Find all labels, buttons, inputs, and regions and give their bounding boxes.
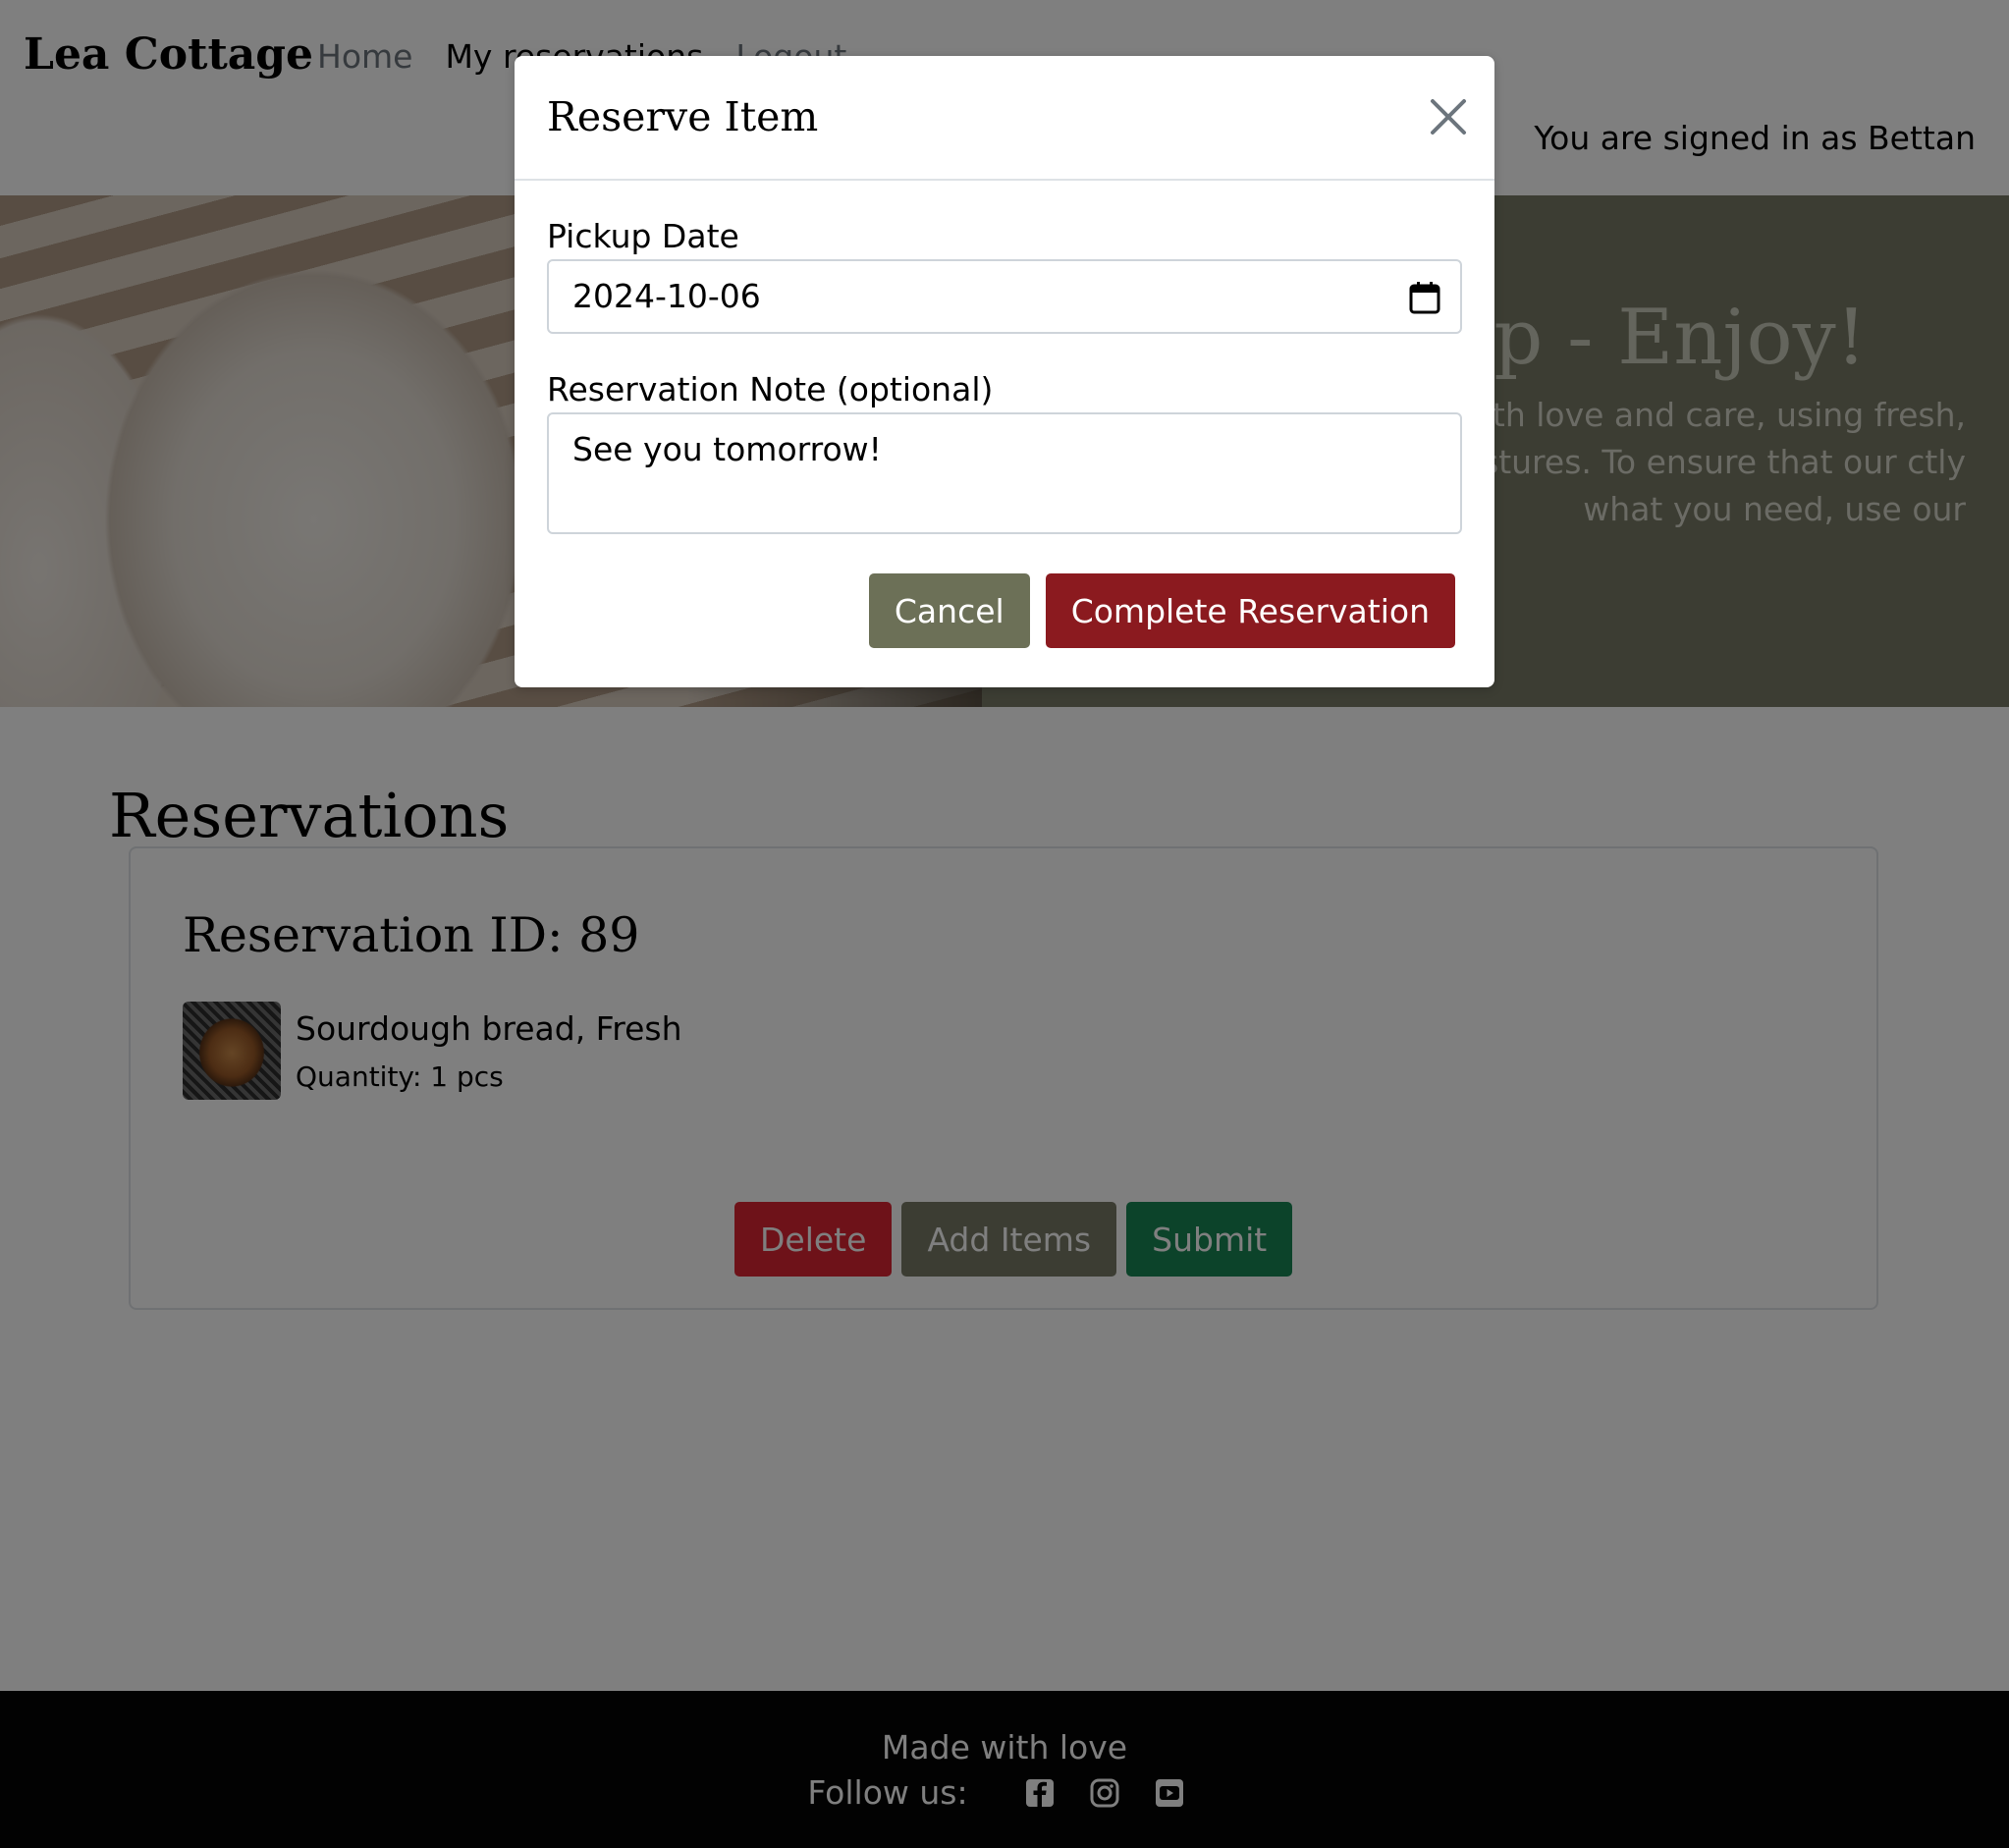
calendar-icon[interactable] — [1409, 281, 1440, 314]
reservation-note-label: Reservation Note (optional) — [547, 370, 994, 408]
cancel-button[interactable]: Cancel — [868, 573, 1030, 648]
reservation-note-input[interactable]: See you tomorrow! — [547, 412, 1462, 534]
reserve-item-modal: Reserve Item Pickup Date 2024-10-06 Rese… — [515, 56, 1494, 687]
reservation-note-value: See you tomorrow! — [572, 430, 882, 468]
modal-title: Reserve Item — [547, 93, 819, 140]
pickup-date-label: Pickup Date — [547, 217, 739, 255]
complete-reservation-button[interactable]: Complete Reservation — [1045, 573, 1455, 648]
pickup-date-value: 2024-10-06 — [572, 277, 761, 315]
close-icon[interactable] — [1427, 95, 1470, 138]
modal-header: Reserve Item — [515, 56, 1494, 181]
modal-actions: Cancel Complete Reservation — [868, 573, 1455, 648]
pickup-date-input[interactable]: 2024-10-06 — [547, 259, 1462, 334]
